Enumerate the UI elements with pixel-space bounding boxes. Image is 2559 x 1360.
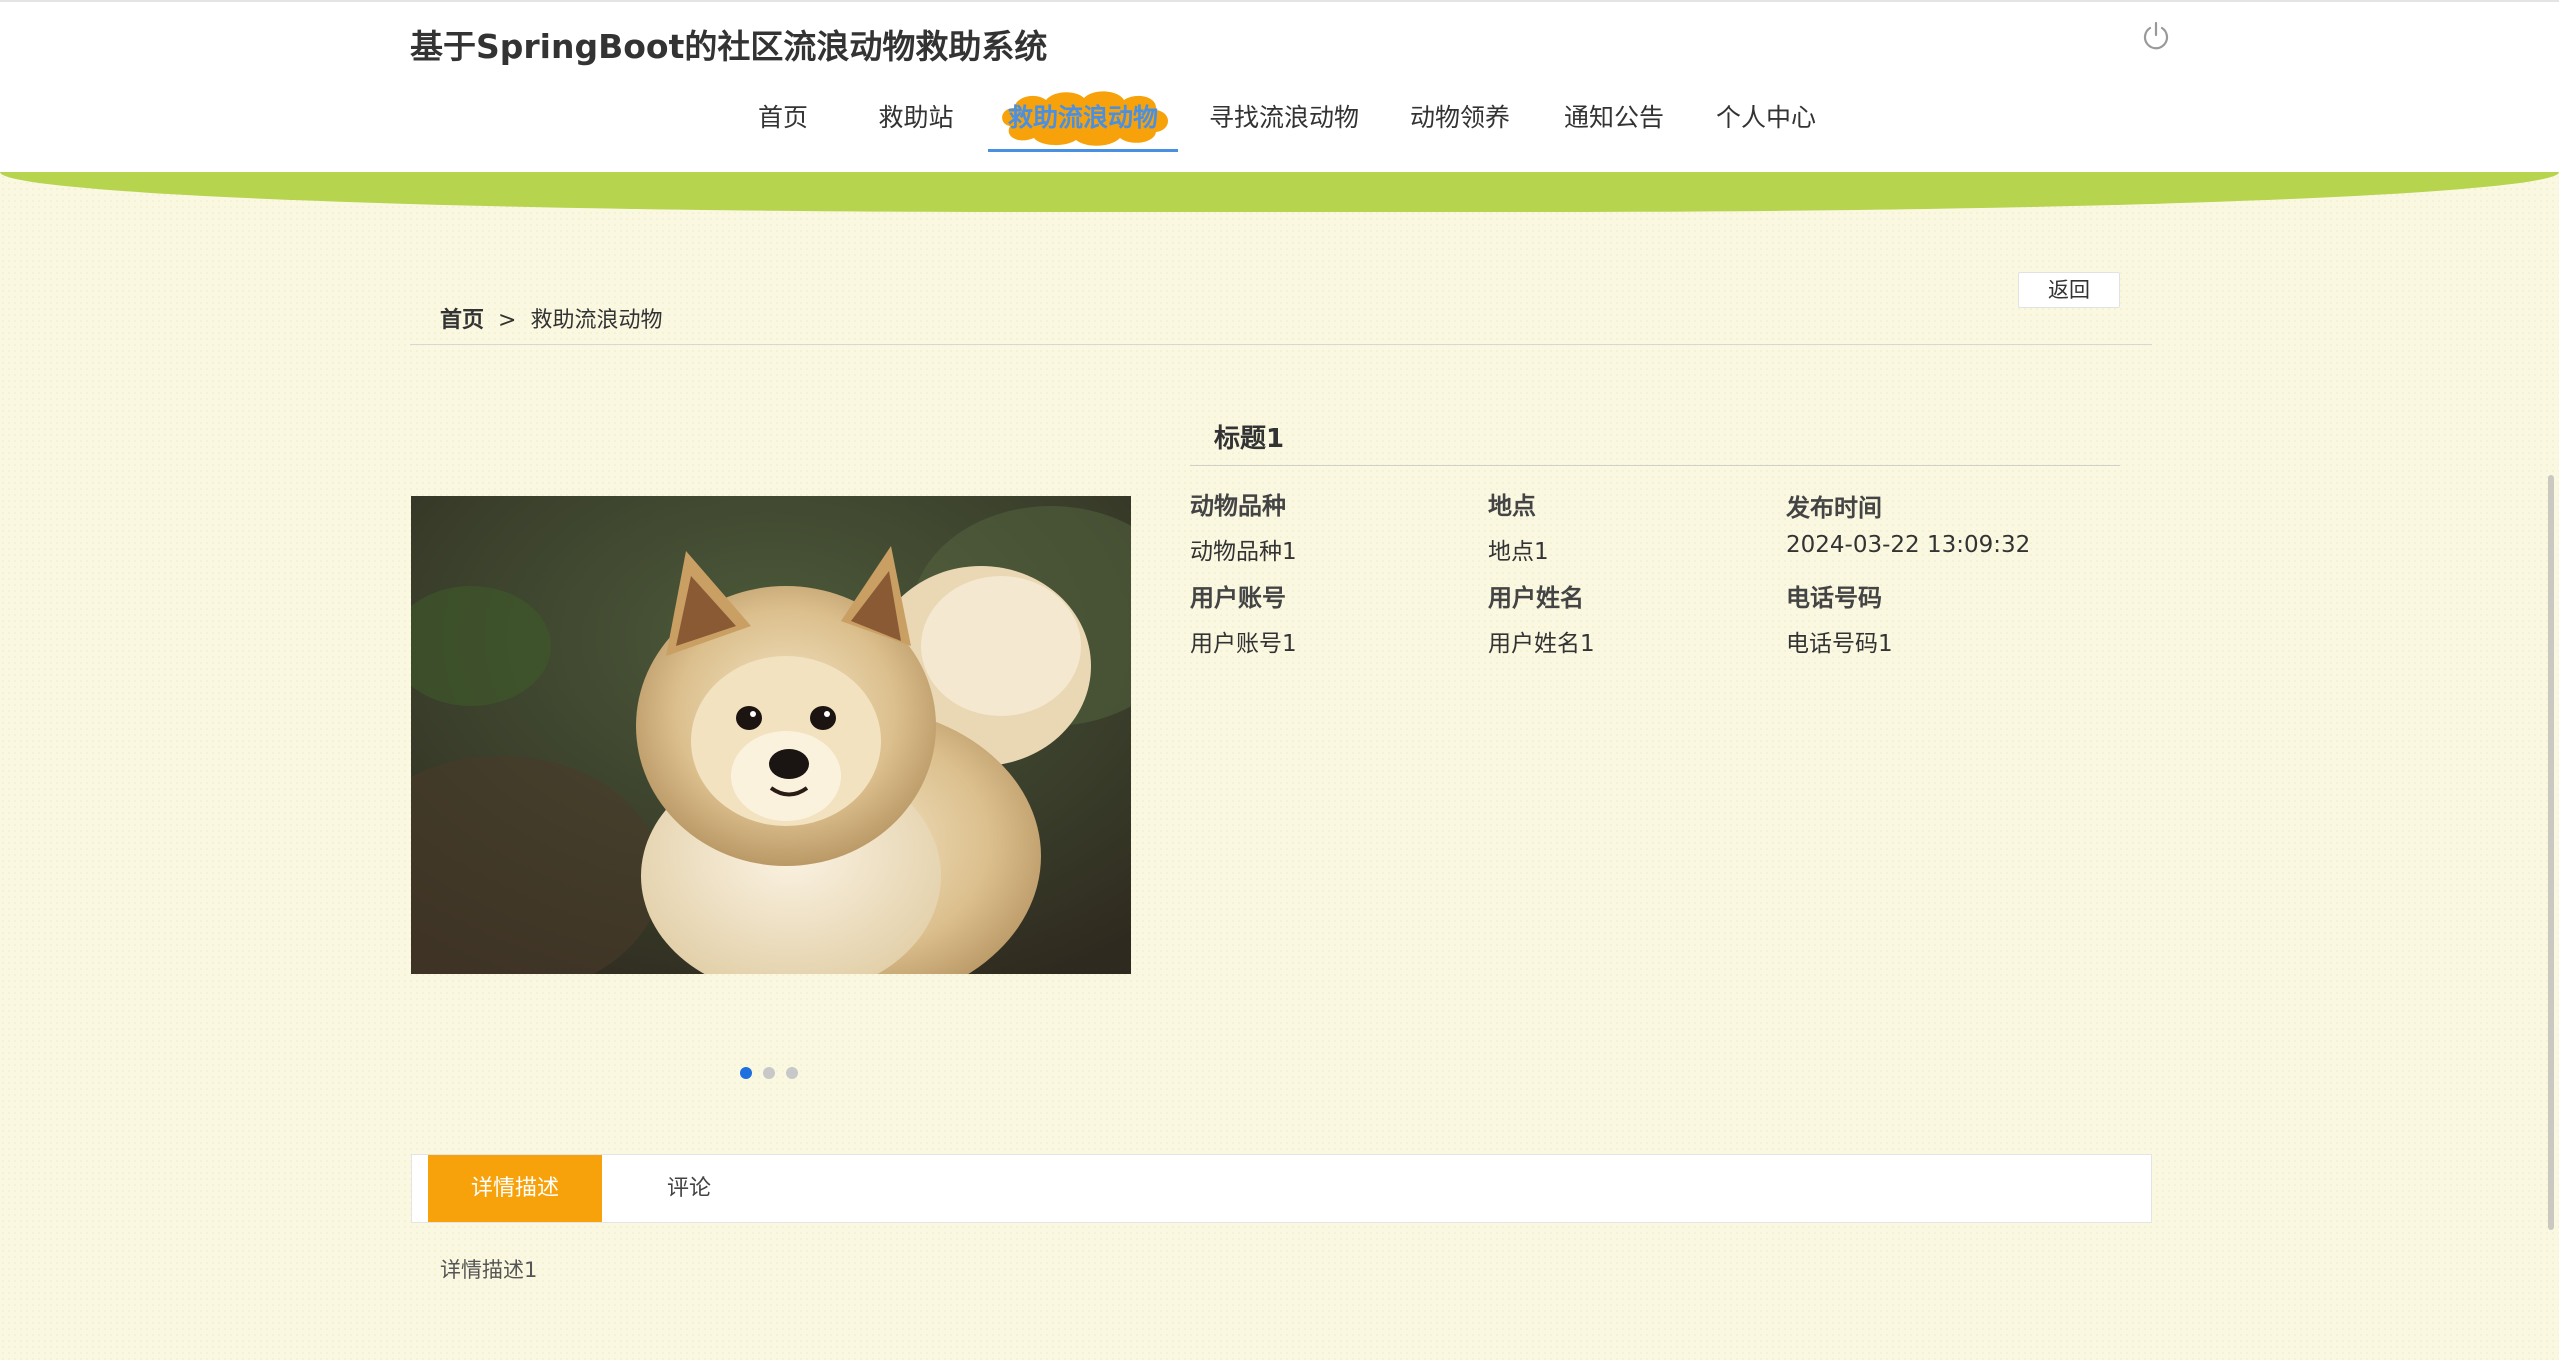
nav-item-label: 首页	[757, 103, 808, 132]
nav-item-adoption[interactable]: 动物领养	[1400, 92, 1520, 152]
account-label: 用户账号	[1190, 584, 1286, 612]
nav-item-home[interactable]: 首页	[740, 92, 826, 152]
carousel-dot-3[interactable]	[786, 1067, 798, 1079]
publish-time-value: 2024-03-22 13:09:32	[1786, 532, 2031, 558]
tab-comments[interactable]: 评论	[602, 1155, 776, 1222]
phone-value: 电话号码1	[1786, 631, 1893, 657]
name-value: 用户姓名1	[1488, 631, 1595, 657]
title-divider	[1190, 465, 2120, 466]
breadcrumb: 首页 > 救助流浪动物	[440, 302, 662, 334]
power-icon[interactable]	[2140, 20, 2172, 52]
nav-item-notices[interactable]: 通知公告	[1554, 92, 1674, 152]
carousel-indicators	[740, 1064, 809, 1079]
animal-photo	[411, 496, 1131, 974]
scrollbar-thumb[interactable]	[2548, 475, 2554, 1230]
nav-item-label: 通知公告	[1563, 103, 1664, 132]
carousel-dot-2[interactable]	[763, 1067, 775, 1079]
nav-item-label: 救助流浪动物	[1007, 103, 1158, 132]
breed-value: 动物品种1	[1190, 539, 1297, 565]
header: 基于SpringBoot的社区流浪动物救助系统 首页 救助站 救助流浪动物 寻找…	[0, 0, 2559, 172]
decorative-green-band	[0, 172, 2559, 212]
back-button[interactable]: 返回	[2018, 272, 2120, 308]
main-nav: 首页 救助站 救助流浪动物 寻找流浪动物 动物领养 通知公告 个人中心	[0, 72, 2559, 162]
breadcrumb-divider	[410, 344, 2152, 345]
breadcrumb-current: 救助流浪动物	[530, 308, 663, 333]
nav-item-rescue-animals[interactable]: 救助流浪动物	[988, 91, 1178, 152]
site-title: 基于SpringBoot的社区流浪动物救助系统	[410, 27, 1048, 66]
detail-tabs: 详情描述 评论	[411, 1154, 2152, 1223]
location-label: 地点	[1488, 492, 1536, 520]
tab-detail-description[interactable]: 详情描述	[428, 1155, 602, 1222]
dog-image	[411, 496, 1131, 974]
breed-label: 动物品种	[1190, 492, 1286, 520]
nav-item-find-animals[interactable]: 寻找流浪动物	[1206, 92, 1362, 152]
carousel-dot-1[interactable]	[740, 1067, 752, 1079]
name-label: 用户姓名	[1488, 584, 1584, 612]
nav-item-label: 救助站	[878, 103, 954, 132]
detail-title: 标题1	[1214, 424, 1285, 454]
nav-item-label: 动物领养	[1409, 103, 1510, 132]
phone-label: 电话号码	[1786, 584, 1882, 612]
nav-item-label: 寻找流浪动物	[1208, 103, 1359, 132]
nav-item-personal-center[interactable]: 个人中心	[1706, 92, 1826, 152]
nav-item-rescue-station[interactable]: 救助站	[866, 92, 966, 152]
nav-item-label: 个人中心	[1715, 103, 1816, 132]
publish-time-label: 发布时间	[1786, 494, 1882, 522]
breadcrumb-separator: >	[498, 308, 517, 333]
account-value: 用户账号1	[1190, 631, 1297, 657]
description-content: 详情描述1	[440, 1258, 538, 1282]
location-value: 地点1	[1488, 539, 1549, 565]
breadcrumb-home[interactable]: 首页	[440, 308, 484, 333]
